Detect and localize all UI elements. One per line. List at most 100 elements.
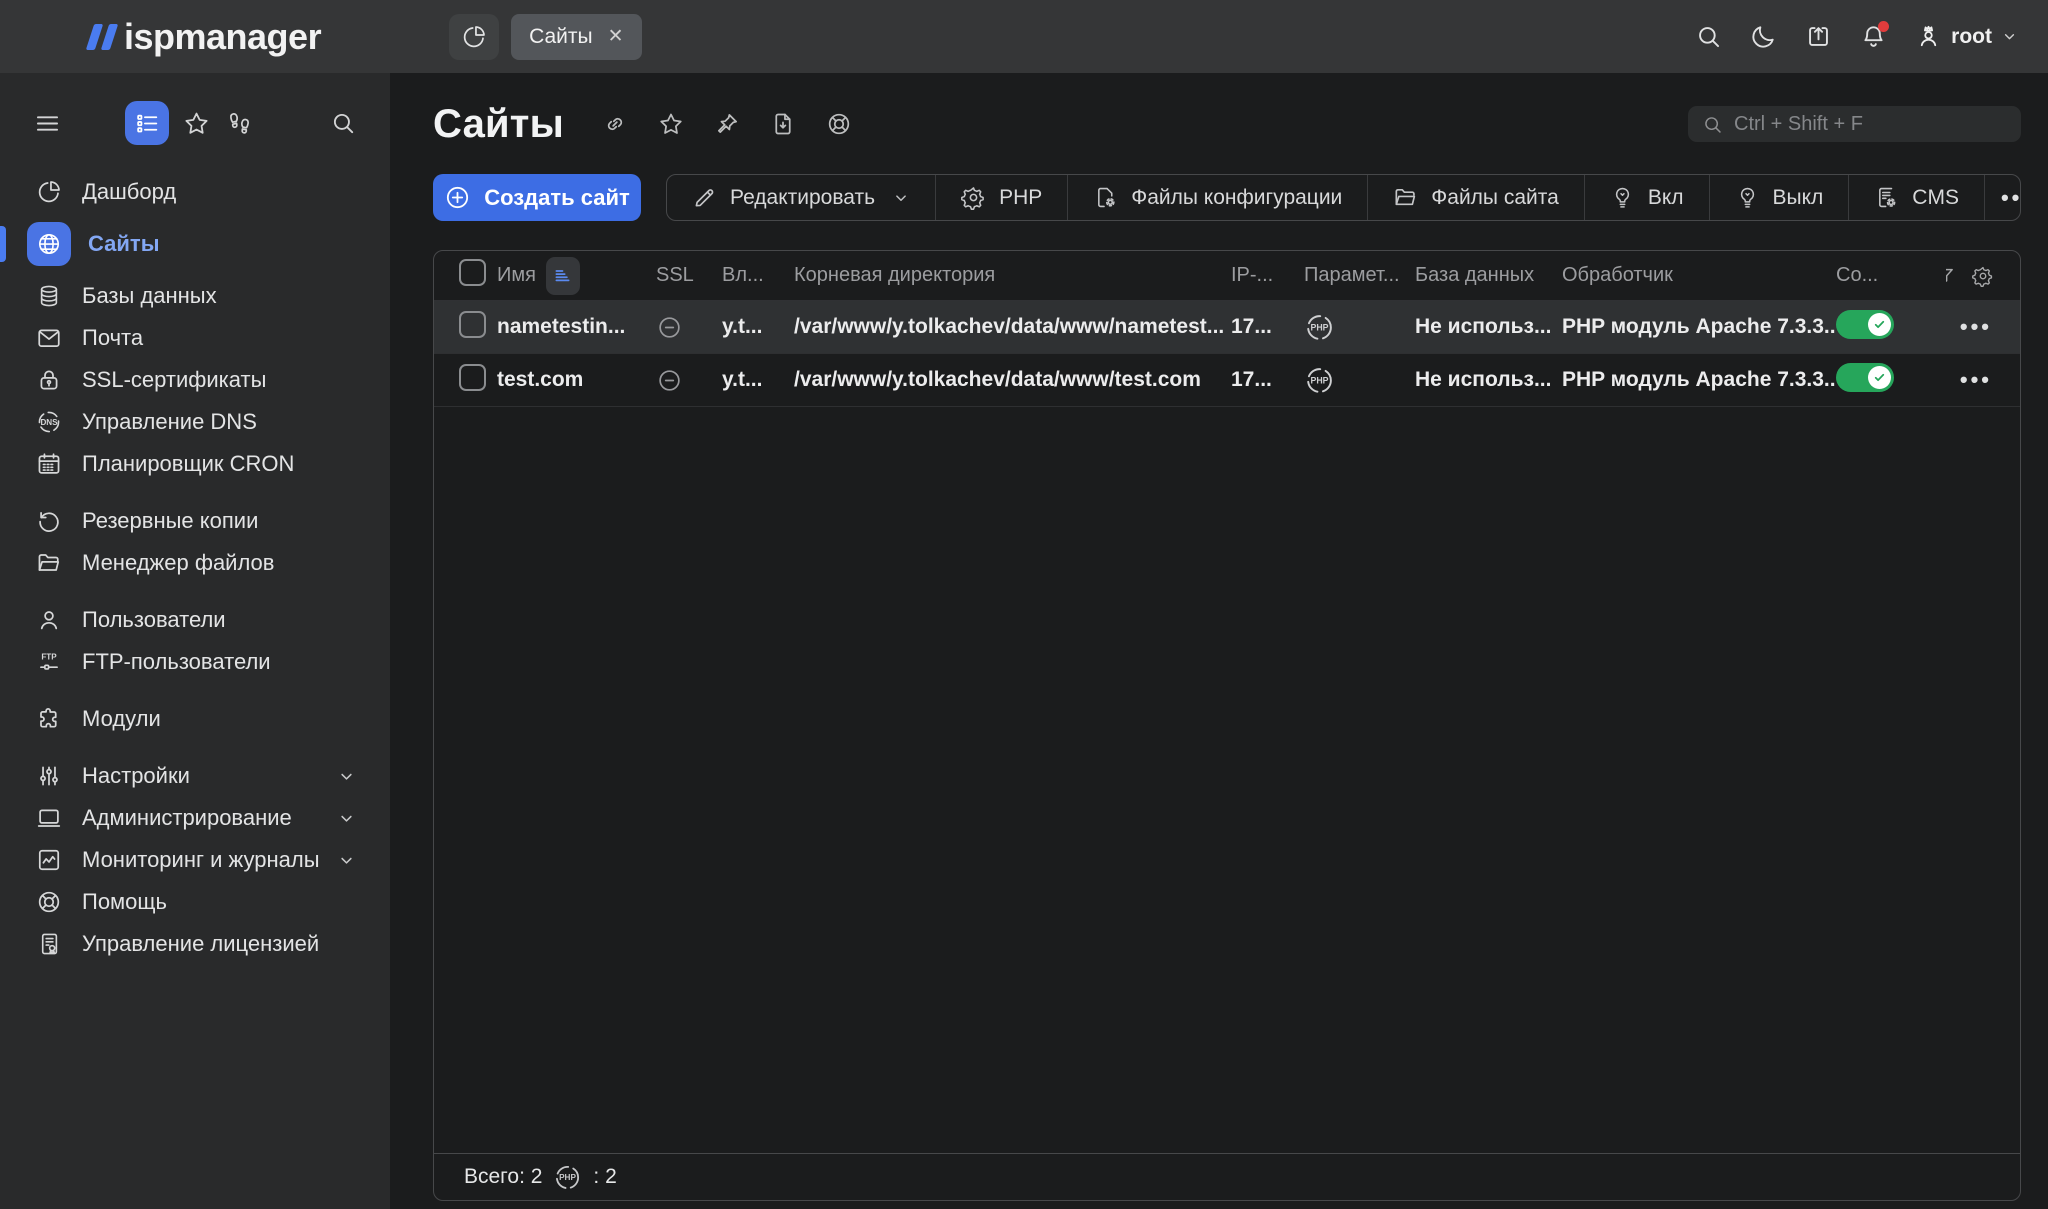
menu-item-label: Дашборд — [82, 179, 176, 205]
sidebar-item-ssl[interactable]: SSL-сертификаты — [0, 359, 390, 401]
php-icon — [553, 1163, 582, 1192]
cms-button[interactable]: CMS — [1849, 175, 1985, 220]
copy-link-button[interactable] — [602, 111, 628, 137]
notifications-button[interactable] — [1860, 23, 1887, 50]
toolbar: Создать сайт Редактировать PHP Файлы ко — [433, 174, 2021, 221]
create-site-button[interactable]: Создать сайт — [433, 174, 641, 221]
search-icon — [330, 110, 356, 136]
sidebar-item-users[interactable]: Пользователи — [0, 599, 390, 641]
theme-toggle-button[interactable] — [1750, 23, 1777, 50]
chevron-down-icon — [892, 189, 910, 207]
page-title: Сайты — [433, 102, 564, 147]
favorite-button[interactable] — [658, 111, 684, 137]
check-icon — [1873, 371, 1886, 384]
column-ssl[interactable]: SSL — [656, 264, 722, 287]
user-menu-button[interactable]: root — [1915, 23, 2018, 50]
tab-sites[interactable]: Сайты ✕ — [511, 14, 641, 60]
help-button[interactable] — [826, 111, 852, 137]
site-database: Не использ... — [1415, 315, 1562, 339]
site-row[interactable]: test.com y.t... /var/www/y.tolkachev/dat… — [434, 354, 2020, 407]
download-report-button[interactable] — [770, 111, 796, 137]
table-footer: Всего: 2 : 2 — [434, 1153, 2020, 1200]
chevron-down-icon — [337, 767, 356, 786]
total-count: Всего: 2 — [464, 1165, 542, 1189]
column-handler[interactable]: Обработчик — [1562, 264, 1836, 287]
column-status[interactable]: Со... — [1836, 264, 1946, 287]
sidebar-item-settings[interactable]: Настройки — [0, 755, 390, 797]
php-icon — [1304, 365, 1335, 396]
site-row[interactable]: nametestin... y.t... /var/www/y.tolkache… — [434, 301, 2020, 354]
php-button[interactable]: PHP — [936, 175, 1068, 220]
favorites-menu-button[interactable] — [183, 110, 210, 137]
enabled-toggle[interactable] — [1836, 310, 1894, 339]
edit-button[interactable]: Редактировать — [667, 175, 936, 220]
page-header-actions — [602, 111, 852, 137]
gear-icon — [961, 185, 986, 210]
global-search-button[interactable] — [1695, 23, 1722, 50]
disable-button[interactable]: Выкл — [1710, 175, 1850, 220]
filter-button[interactable] — [1946, 265, 1956, 287]
sidebar-item-backups[interactable]: Резервные копии — [0, 500, 390, 542]
sidebar-collapse-button[interactable] — [34, 110, 61, 137]
sort-asc-icon — [552, 265, 573, 286]
username: root — [1951, 25, 1992, 49]
menu-item-label: Планировщик CRON — [82, 451, 294, 477]
menu-item-label: Резервные копии — [82, 508, 258, 534]
column-params[interactable]: Парамет... — [1304, 264, 1415, 287]
row-checkbox[interactable] — [459, 311, 486, 338]
onboarding-button[interactable] — [226, 110, 253, 137]
sidebar-item-files[interactable]: Менеджер файлов — [0, 542, 390, 584]
site-handler: PHP модуль Apache 7.3.3... — [1562, 315, 1836, 339]
table-settings-button[interactable] — [1972, 265, 1994, 287]
row-menu-button[interactable]: ••• — [1960, 314, 1992, 340]
row-checkbox[interactable] — [459, 364, 486, 391]
enable-button[interactable]: Вкл — [1585, 175, 1710, 220]
sidebar-item-databases[interactable]: Базы данных — [0, 275, 390, 317]
lightbulb-icon — [1610, 185, 1635, 210]
monitor-icon — [36, 805, 62, 831]
column-owner[interactable]: Вл... — [722, 264, 794, 287]
row-menu-button[interactable]: ••• — [1960, 367, 1992, 393]
folder-icon — [36, 550, 62, 576]
php-count: : 2 — [593, 1165, 616, 1189]
column-root-dir[interactable]: Корневая директория — [794, 264, 1231, 287]
menu-view-button[interactable] — [125, 101, 169, 145]
sidebar-item-monitoring[interactable]: Мониторинг и журналы — [0, 839, 390, 881]
sidebar-item-license[interactable]: Управление лицензией — [0, 923, 390, 965]
select-all-checkbox[interactable] — [459, 259, 486, 286]
more-actions-button[interactable]: ••• — [1985, 175, 2021, 220]
site-files-button[interactable]: Файлы сайта — [1368, 175, 1585, 220]
sidebar-item-help[interactable]: Помощь — [0, 881, 390, 923]
sidebar-item-admin[interactable]: Администрирование — [0, 797, 390, 839]
sidebar-item-dns[interactable]: Управление DNS — [0, 401, 390, 443]
enabled-toggle[interactable] — [1836, 363, 1894, 392]
pin-button[interactable] — [714, 111, 740, 137]
php-icon — [1304, 312, 1335, 343]
sidebar-item-sites[interactable]: Сайты — [0, 215, 390, 273]
export-button[interactable] — [1805, 23, 1832, 50]
column-name[interactable]: Имя — [497, 264, 536, 287]
search-input[interactable] — [1734, 113, 2009, 136]
sidebar-toolbar — [0, 99, 390, 147]
logo-text: ispmanager — [124, 16, 321, 58]
sidebar-item-modules[interactable]: Модули — [0, 698, 390, 740]
globe-icon — [27, 222, 71, 266]
site-name[interactable]: nametestin... — [497, 315, 656, 339]
sidebar-item-mail[interactable]: Почта — [0, 317, 390, 359]
site-name[interactable]: test.com — [497, 368, 656, 392]
sidebar-item-ftp-users[interactable]: FTP-пользователи — [0, 641, 390, 683]
sidebar-item-dashboard[interactable]: Дашборд — [0, 171, 390, 213]
menu-search-button[interactable] — [330, 110, 356, 136]
config-files-label: Файлы конфигурации — [1131, 186, 1342, 210]
site-owner: y.t... — [722, 315, 794, 339]
column-ip[interactable]: IP-... — [1231, 264, 1304, 287]
column-db[interactable]: База данных — [1415, 264, 1562, 287]
footprints-icon — [226, 110, 253, 137]
close-icon[interactable]: ✕ — [608, 25, 624, 48]
sort-button[interactable] — [546, 257, 580, 295]
dashboard-tab-button[interactable] — [449, 14, 499, 60]
sidebar-item-cron[interactable]: Планировщик CRON — [0, 443, 390, 485]
app-logo: ispmanager — [90, 16, 321, 58]
config-files-button[interactable]: Файлы конфигурации — [1068, 175, 1368, 220]
search-box[interactable] — [1688, 106, 2021, 142]
